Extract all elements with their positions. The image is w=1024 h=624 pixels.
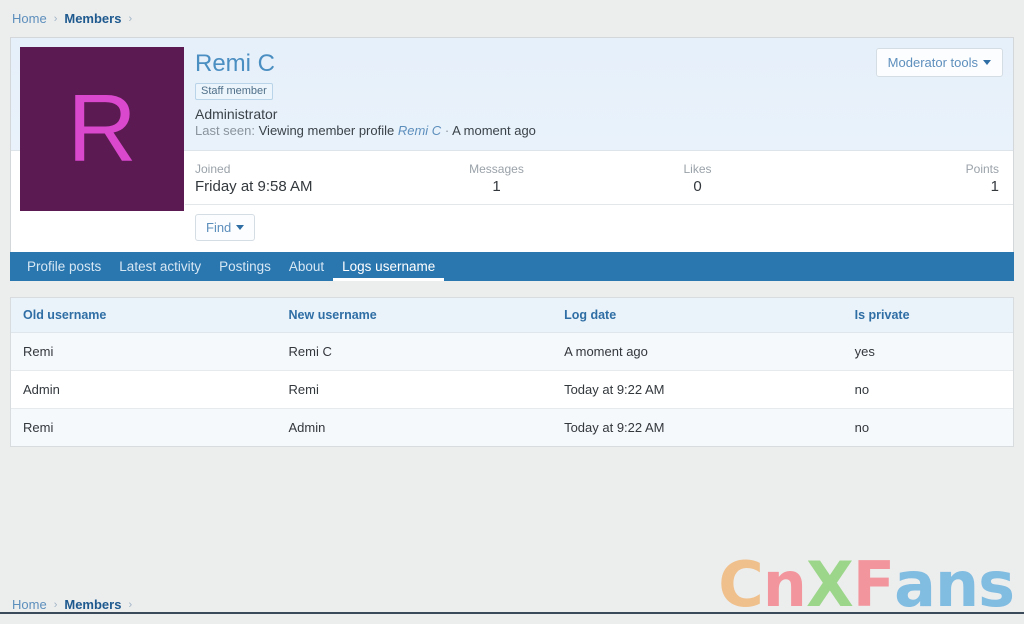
bottom-bar	[0, 612, 1024, 624]
cell-new-username: Remi	[276, 370, 553, 409]
member-actions: Find	[185, 205, 1013, 252]
last-seen-activity: Viewing member profile	[258, 123, 395, 138]
username-logs-table-wrapper: Old username New username Log date Is pr…	[10, 297, 1014, 447]
tab-latest-activity[interactable]: Latest activity	[110, 252, 210, 281]
cell-new-username: Admin	[288, 420, 326, 435]
find-button-label: Find	[206, 220, 232, 235]
find-button[interactable]: Find	[195, 214, 256, 241]
last-seen-label: Last seen:	[195, 123, 255, 138]
cell-log-date: Today at 9:22 AM	[552, 370, 843, 409]
breadcrumb-separator-icon: ›	[128, 12, 133, 25]
stat-value: 0	[693, 178, 702, 195]
table-head: Old username New username Log date Is pr…	[11, 298, 1013, 333]
cell-old-username: Remi	[23, 420, 54, 435]
stat-label: Messages	[469, 162, 524, 176]
last-seen-user-link[interactable]: Remi C	[398, 123, 441, 138]
username-logs-table: Old username New username Log date Is pr…	[11, 298, 1013, 446]
stat-value: Friday at 9:58 AM	[195, 178, 313, 195]
column-header-is-private: Is private	[842, 298, 1013, 333]
last-seen-line: Last seen: Viewing member profile Remi C…	[195, 123, 1003, 138]
cell-new-username: Remi C	[276, 332, 553, 371]
breadcrumb-bottom: Home › Members ›	[0, 597, 1024, 612]
moderator-tools-label: Moderator tools	[887, 55, 978, 70]
cell-old-username: Remi	[11, 332, 277, 371]
cell-log-date: Today at 9:22 AM	[564, 420, 665, 435]
table-row: Admin Remi Today at 9:22 AM no	[11, 370, 1013, 409]
tab-profile-posts[interactable]: Profile posts	[18, 252, 110, 281]
last-seen-time: A moment ago	[452, 123, 536, 138]
breadcrumb-separator-icon: ›	[53, 598, 58, 611]
status-badge: Staff member	[195, 83, 273, 100]
tab-logs-username[interactable]: Logs username	[333, 252, 445, 281]
stat-label: Joined	[195, 162, 231, 176]
breadcrumb-separator-icon: ›	[128, 598, 133, 611]
breadcrumb-separator-icon: ›	[53, 12, 58, 25]
column-header-old-username: Old username	[11, 298, 277, 333]
last-seen-separator: ·	[444, 123, 450, 138]
moderator-tools-button[interactable]: Moderator tools	[875, 48, 1003, 77]
page-root: Home › Members › R Remi C Staff member A…	[0, 0, 1024, 624]
user-title: Administrator	[195, 106, 278, 122]
stat-likes: Likes 0	[597, 162, 798, 195]
breadcrumb-top: Home › Members ›	[0, 0, 1024, 37]
breadcrumb-item-members[interactable]: Members	[64, 597, 121, 612]
cell-is-private: no	[842, 370, 1013, 409]
stat-label: Likes	[683, 162, 712, 176]
breadcrumb-item-home[interactable]: Home	[12, 11, 47, 26]
cell-is-private: no	[854, 420, 870, 435]
table-row: Remi Admin Today at 9:22 AM no	[11, 408, 1013, 446]
stat-messages: Messages 1	[396, 162, 597, 195]
chevron-down-icon	[236, 225, 245, 230]
stat-points: Points 1	[798, 162, 999, 195]
stat-value[interactable]: 1	[396, 178, 597, 195]
avatar[interactable]: R	[20, 47, 184, 211]
tab-about[interactable]: About	[280, 252, 333, 281]
stat-joined: Joined Friday at 9:58 AM	[195, 162, 396, 195]
column-header-log-date: Log date	[552, 298, 843, 333]
cell-is-private: yes	[842, 332, 1013, 371]
tab-postings[interactable]: Postings	[210, 252, 280, 281]
profile-tabs: Profile posts Latest activity Postings A…	[10, 252, 1014, 281]
column-header-new-username: New username	[276, 298, 553, 333]
cell-log-date: A moment ago	[552, 332, 843, 371]
breadcrumb-item-home[interactable]: Home	[12, 597, 47, 612]
cell-old-username: Admin	[11, 370, 277, 409]
table-row: Remi Remi C A moment ago yes	[11, 332, 1013, 371]
stat-value: 1	[990, 178, 999, 195]
table-body: Remi Remi C A moment ago yes Admin Remi …	[11, 332, 1013, 446]
stat-label: Points	[965, 162, 999, 176]
breadcrumb-item-members[interactable]: Members	[64, 11, 121, 26]
chevron-down-icon	[983, 60, 991, 65]
member-stats: Joined Friday at 9:58 AM Messages 1 Like…	[185, 151, 1013, 205]
table-header-row: Old username New username Log date Is pr…	[11, 298, 1013, 333]
member-profile-card: R Remi C Staff member Administrator Last…	[10, 37, 1014, 252]
